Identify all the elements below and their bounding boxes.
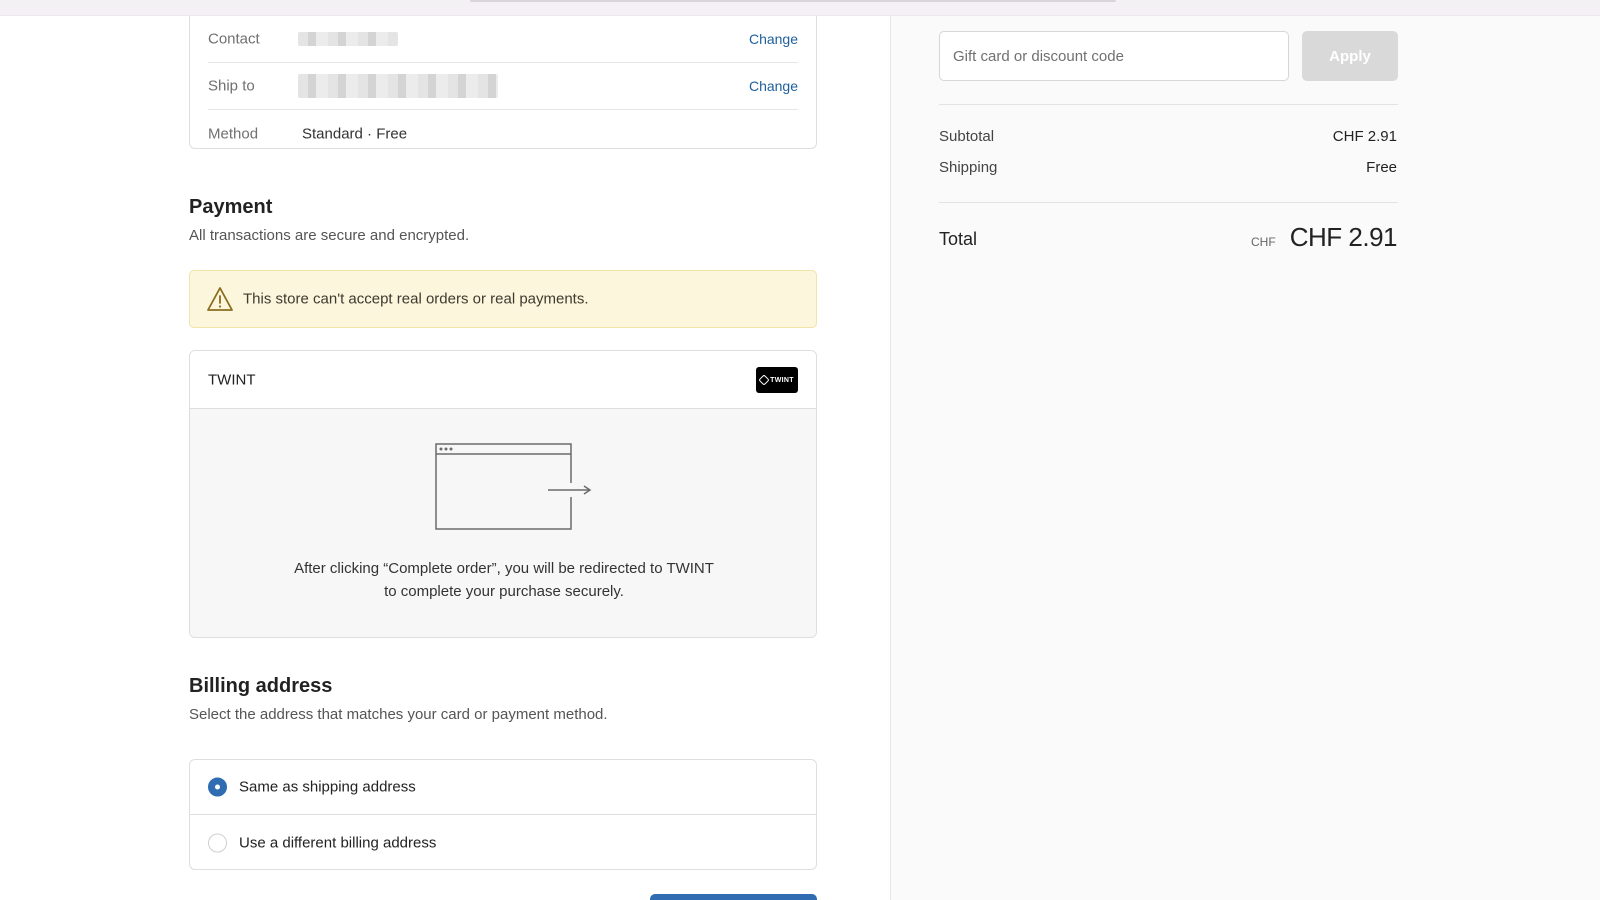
complete-order-button[interactable] [650,894,817,900]
payment-method-name: TWINT [208,371,256,388]
redirect-line-2: to complete your purchase securely. [384,583,624,600]
subtotal-label: Subtotal [939,128,995,145]
twint-redirect-panel: After clicking “Complete order”, you wil… [190,409,816,637]
method-value: Standard · Free [302,125,408,142]
method-label: Method [208,125,259,142]
change-ship-to-link[interactable]: Change [749,78,798,94]
review-row-method: Method Standard · Free [208,110,798,157]
browser-redirect-icon [435,443,595,530]
billing-option-label: Use a different billing address [239,834,437,851]
total-currency: CHF [1251,235,1276,249]
billing-option-different[interactable]: Use a different billing address [190,815,816,870]
total-value: CHF 2.91 [1289,222,1398,252]
radio-different-address[interactable] [208,833,227,852]
shipping-label: Shipping [939,159,998,176]
ship-to-label: Ship to [208,77,255,95]
billing-title: Billing address [189,675,333,697]
order-summary-column: Apply Subtotal CHF 2.91 Shipping Free To… [890,16,1600,900]
payment-title: Payment [189,196,273,218]
top-scroll-indicator [470,0,1116,2]
checkout-main-column: Contact Change Ship to Change Method Sta… [0,16,890,900]
payment-method-box: TWINT TWINT After clicking “Complete ord… [189,350,817,638]
review-row-contact: Contact Change [208,16,798,63]
total-label: Total [939,229,978,249]
summary-divider-top [939,104,1398,105]
ship-to-redacted-value [298,74,498,98]
radio-same-address[interactable] [208,777,227,797]
billing-option-same[interactable]: Same as shipping address [190,760,816,815]
change-contact-link[interactable]: Change [749,31,798,47]
redirect-message: After clicking “Complete order”, you wil… [230,557,778,603]
twint-option-header[interactable]: TWINT TWINT [190,351,816,409]
subtotal-value: CHF 2.91 [1332,128,1397,145]
review-row-ship-to: Ship to Change [208,63,798,110]
twint-mark-icon [758,374,770,386]
redirect-line-1: After clicking “Complete order”, you wil… [294,560,714,577]
browser-top-strip [0,0,1600,16]
contact-redacted-value [298,32,398,46]
review-box: Contact Change Ship to Change Method Sta… [189,16,817,149]
billing-options: Same as shipping address Use a different… [189,759,817,870]
warning-icon [207,287,233,311]
discount-code-input[interactable] [939,31,1289,81]
billing-option-label: Same as shipping address [239,778,416,796]
twint-logo: TWINT [756,367,798,393]
summary-divider-total [939,202,1398,203]
billing-subtitle: Select the address that matches your car… [189,706,608,723]
warning-text: This store can't accept real orders or r… [243,290,589,308]
test-store-warning: This store can't accept real orders or r… [189,270,817,328]
twint-logo-text: TWINT [770,376,794,384]
apply-discount-button[interactable]: Apply [1302,31,1398,81]
shipping-value: Free [1366,159,1397,176]
payment-subtitle: All transactions are secure and encrypte… [189,227,470,244]
contact-label: Contact [208,30,260,48]
